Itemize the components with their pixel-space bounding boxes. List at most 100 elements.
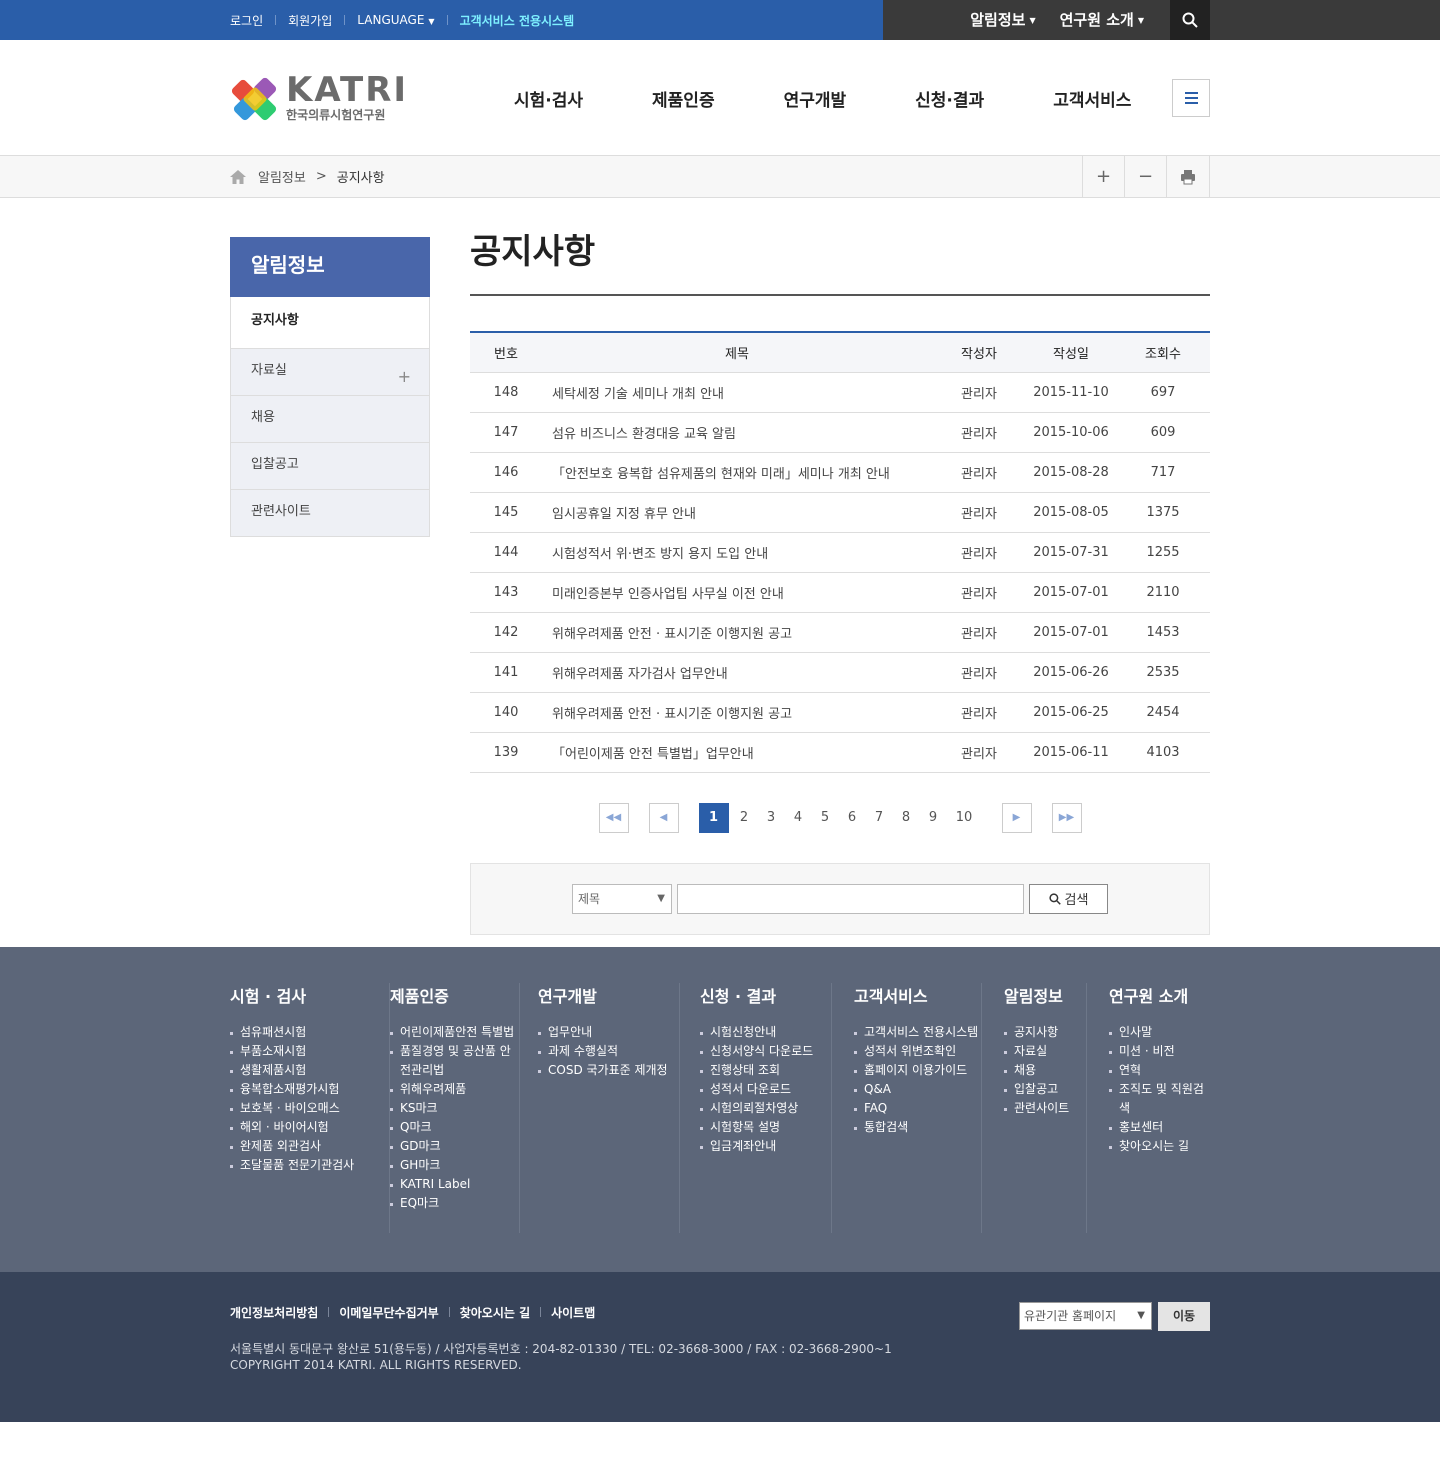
sitemap-link[interactable]: 통합검색 [854,1118,981,1137]
language-dropdown[interactable]: LANGUAGE ▼ [357,13,434,27]
sitemap-link[interactable]: Q&A [854,1080,981,1099]
sitemap-link[interactable]: 자료실 [1004,1042,1086,1061]
nav-customer[interactable]: 고객서비스 [1053,86,1131,111]
nav-certification[interactable]: 제품인증 [652,86,715,111]
sitemap-column-title[interactable]: 제품인증 [390,983,519,1007]
table-row[interactable]: 145 임시공휴일 지정 휴무 안내 관리자 2015-08-05 1375 [470,492,1210,533]
sitemap-link[interactable]: 사이트맵 [551,1304,595,1321]
page-link[interactable]: 7 [866,810,893,825]
row-title[interactable]: 위해우려제품 자가검사 업무안내 [542,652,932,693]
table-row[interactable]: 147 섬유 비즈니스 환경대응 교육 알림 관리자 2015-10-06 609 [470,412,1210,453]
directions-link[interactable]: 찾아오시는 길 [460,1304,530,1321]
sitemap-link[interactable]: 공지사항 [1004,1023,1086,1042]
page-link[interactable]: 9 [920,810,947,825]
search-input[interactable] [677,883,1024,914]
family-site-go-button[interactable]: 이동 [1158,1302,1210,1331]
page-link[interactable]: 4 [785,810,812,825]
sitemap-link[interactable]: 위해우려제품 [390,1080,519,1099]
zoom-in-button[interactable]: + [1082,156,1124,197]
join-link[interactable]: 회원가입 [288,12,332,29]
top-menu-notice[interactable]: 알림정보 ▼ [958,0,1047,40]
email-refusal-link[interactable]: 이메일무단수집거부 [339,1304,438,1321]
sitemap-link[interactable]: GH마크 [390,1156,519,1175]
table-row[interactable]: 139 「어린이제품 안전 특별법」업무안내 관리자 2015-06-11 4103 [470,732,1210,773]
top-menu-about[interactable]: 연구원 소개 ▼ [1048,0,1156,40]
breadcrumb-parent[interactable]: 알림정보 [258,167,306,186]
nav-test[interactable]: 시험·검사 [514,86,583,111]
sitemap-link[interactable]: GD마크 [390,1137,519,1156]
row-title[interactable]: 섬유 비즈니스 환경대응 교육 알림 [542,412,932,453]
sitemap-link[interactable]: 부품소재시험 [230,1042,389,1061]
row-title[interactable]: 세탁세정 기술 세미나 개최 안내 [542,372,932,413]
sitemap-link[interactable]: 완제품 외관검사 [230,1137,389,1156]
sitemap-column-title[interactable]: 알림정보 [1004,983,1086,1007]
family-site-select[interactable]: 유관기관 홈페이지 ▼ [1019,1302,1152,1330]
login-link[interactable]: 로그인 [230,12,263,29]
sitemap-link[interactable]: 미션 · 비전 [1109,1042,1210,1061]
sitemap-link[interactable]: 어린이제품안전 특별법 [390,1023,519,1042]
sitemap-link[interactable]: 품질경영 및 공산품 안전관리법 [390,1042,519,1080]
sitemap-link[interactable]: 인사말 [1109,1023,1210,1042]
sitemap-link[interactable]: 채용 [1004,1061,1086,1080]
side-item-notice[interactable]: 공지사항 [230,297,430,349]
table-row[interactable]: 140 위해우려제품 안전 · 표시기준 이행지원 공고 관리자 2015-06-25… [470,692,1210,733]
sitemap-link[interactable]: 시험항목 설명 [700,1118,831,1137]
sitemap-link[interactable]: KS마크 [390,1099,519,1118]
page-link[interactable]: 10 [947,810,982,825]
logo[interactable]: KATRI 한국의류시험연구원 [230,72,460,124]
row-title[interactable]: 임시공휴일 지정 휴무 안내 [542,492,932,533]
sitemap-link[interactable]: 관련사이트 [1004,1099,1086,1118]
search-field-select[interactable]: 제목 ▼ [572,883,672,914]
row-title[interactable]: 시험성적서 위·변조 방지 용지 도입 안내 [542,532,932,573]
page-link[interactable]: 2 [731,810,758,825]
side-item-archive[interactable]: 자료실 + [230,349,430,396]
first-page-button[interactable]: ◀◀ [598,802,629,833]
sitemap-column-title[interactable]: 연구원 소개 [1109,983,1210,1007]
sitemap-link[interactable]: 보호복 · 바이오매스 [230,1099,389,1118]
sitemap-link[interactable]: 업무안내 [538,1023,679,1042]
row-title[interactable]: 「어린이제품 안전 특별법」업무안내 [542,732,932,773]
table-row[interactable]: 142 위해우려제품 안전 · 표시기준 이행지원 공고 관리자 2015-07-01… [470,612,1210,653]
sitemap-link[interactable]: 섬유패션시험 [230,1023,389,1042]
privacy-policy-link[interactable]: 개인정보처리방침 [230,1304,318,1321]
sitemap-link[interactable]: 시험신청안내 [700,1023,831,1042]
sitemap-link[interactable]: 홍보센터 [1109,1118,1210,1137]
table-row[interactable]: 143 미래인증본부 인증사업팀 사무실 이전 안내 관리자 2015-07-01 21… [470,572,1210,613]
sitemap-link[interactable]: 성적서 위변조확인 [854,1042,981,1061]
page-link[interactable]: 5 [812,810,839,825]
all-menu-button[interactable] [1172,79,1210,117]
side-item-links[interactable]: 관련사이트 [230,490,430,537]
sitemap-link[interactable]: 조직도 및 직원검색 [1109,1080,1210,1118]
nav-research[interactable]: 연구개발 [784,86,847,111]
sitemap-link[interactable]: 홈페이지 이용가이드 [854,1061,981,1080]
sitemap-link[interactable]: 찾아오시는 길 [1109,1137,1210,1156]
next-page-button[interactable]: ▶ [1001,802,1032,833]
sitemap-link[interactable]: 시험의뢰절차영상 [700,1099,831,1118]
table-row[interactable]: 144 시험성적서 위·변조 방지 용지 도입 안내 관리자 2015-07-31 12… [470,532,1210,573]
home-icon[interactable] [230,169,246,184]
page-current[interactable]: 1 [698,802,729,833]
nav-application[interactable]: 신청·결과 [915,86,984,111]
page-link[interactable]: 6 [839,810,866,825]
sitemap-link[interactable]: 입찰공고 [1004,1080,1086,1099]
search-submit-button[interactable]: 검색 [1029,883,1108,914]
zoom-out-button[interactable]: − [1124,156,1166,197]
sitemap-link[interactable]: 연혁 [1109,1061,1210,1080]
sitemap-link[interactable]: 성적서 다운로드 [700,1080,831,1099]
sitemap-link[interactable]: 입금계좌안내 [700,1137,831,1156]
print-button[interactable] [1166,156,1210,197]
row-title[interactable]: 「안전보호 융복합 섬유제품의 현재와 미래」세미나 개최 안내 [542,452,932,493]
sitemap-link[interactable]: 융복합소재평가시험 [230,1080,389,1099]
sitemap-link[interactable]: 생활제품시험 [230,1061,389,1080]
prev-page-button[interactable]: ◀ [648,802,679,833]
sitemap-link[interactable]: 신청서양식 다운로드 [700,1042,831,1061]
plus-icon[interactable]: + [398,355,411,399]
sitemap-column-title[interactable]: 고객서비스 [854,983,981,1007]
table-row[interactable]: 141 위해우려제품 자가검사 업무안내 관리자 2015-06-26 2535 [470,652,1210,693]
side-item-bid[interactable]: 입찰공고 [230,443,430,490]
table-row[interactable]: 146 「안전보호 융복합 섬유제품의 현재와 미래」세미나 개최 안내 관리자 20… [470,452,1210,493]
search-button[interactable] [1170,0,1210,40]
sitemap-link[interactable]: Q마크 [390,1118,519,1137]
row-title[interactable]: 위해우려제품 안전 · 표시기준 이행지원 공고 [542,612,932,653]
sitemap-column-title[interactable]: 연구개발 [538,983,679,1007]
